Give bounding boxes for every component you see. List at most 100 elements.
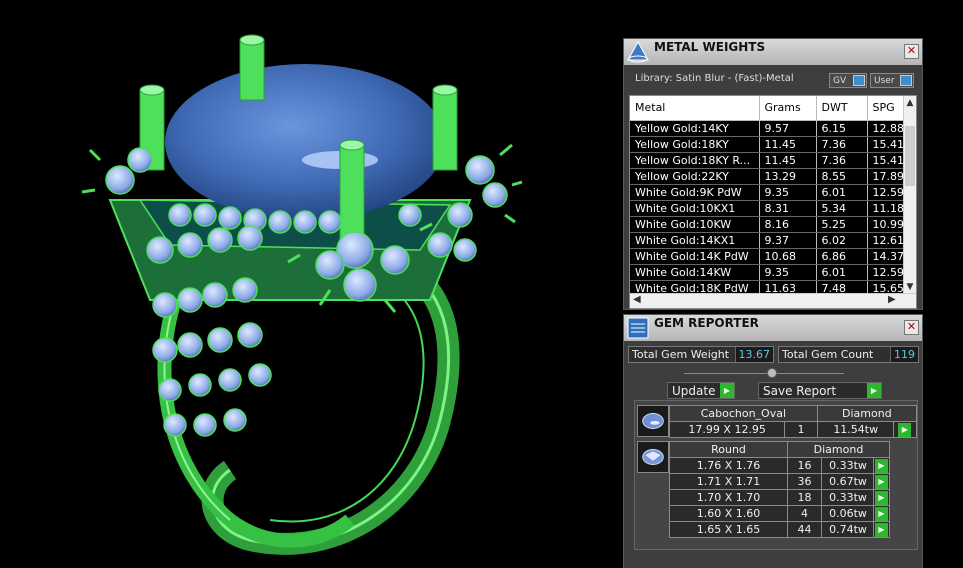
table-row[interactable]: White Gold:14KW 9.35 6.01 12.59	[630, 264, 908, 281]
grams-value: 9.37	[759, 232, 817, 249]
table-row[interactable]: Yellow Gold:18KY 11.45 7.36 15.41	[630, 136, 908, 153]
gem-weight: 0.74tw	[821, 521, 874, 538]
row-go-icon[interactable]: ▶	[875, 458, 888, 473]
table-row[interactable]: Yellow Gold:22KY 13.29 8.55 17.89	[630, 168, 908, 185]
cabochon-oval-thumbnail[interactable]	[637, 405, 669, 437]
horizontal-scrollbar[interactable]: ◀ ▶	[630, 293, 916, 308]
gem-size: 17.99 X 12.95	[668, 421, 786, 438]
table-row[interactable]: Yellow Gold:18KY R... 11.45 7.36 15.41	[630, 152, 908, 169]
table-row[interactable]: Yellow Gold:14KY 9.57 6.15 12.88	[630, 120, 908, 137]
gv-toggle[interactable]: GV	[829, 73, 867, 88]
grams-value: 10.68	[759, 248, 817, 265]
scroll-thumb[interactable]	[905, 126, 915, 186]
play-arrow-icon: ▶	[867, 383, 881, 398]
metal-name: White Gold:14K PdW	[630, 248, 760, 265]
dwt-value: 6.01	[816, 264, 868, 281]
scroll-right-icon[interactable]: ▶	[888, 294, 896, 305]
metal-weights-titlebar[interactable]: METAL WEIGHTS ✕	[624, 39, 922, 65]
table-row[interactable]: White Gold:9K PdW 9.35 6.01 12.59	[630, 184, 908, 201]
dwt-value: 6.02	[816, 232, 868, 249]
scroll-left-icon[interactable]: ◀	[633, 294, 641, 305]
column-header[interactable]: SPG	[867, 96, 908, 121]
total-gem-count: Total Gem Count 119	[778, 346, 919, 363]
cabochon-stone	[165, 64, 445, 220]
user-toggle[interactable]: User	[870, 73, 914, 88]
gem-weight: 0.67tw	[821, 473, 874, 490]
column-header[interactable]: Metal	[630, 96, 760, 121]
dwt-value: 7.36	[816, 136, 868, 153]
gem-size: 1.76 X 1.76	[669, 457, 788, 474]
library-label: Library: Satin Blur - (Fast)-Metal	[635, 73, 794, 84]
dwt-value: 6.01	[816, 184, 868, 201]
total-gem-count-value: 119	[890, 347, 918, 362]
gem-row[interactable]: 17.99 X 12.95 1 11.54tw ▶	[668, 421, 918, 438]
grams-value: 9.57	[759, 120, 817, 137]
total-gem-weight-value: 13.67	[734, 347, 773, 362]
metal-name: Yellow Gold:14KY	[630, 120, 760, 137]
play-arrow-icon: ▶	[720, 383, 734, 398]
gem-row[interactable]: 1.60 X 1.60 4 0.06tw ▶	[669, 505, 890, 522]
metal-name: White Gold:10KW	[630, 216, 760, 233]
report-icon	[627, 317, 649, 339]
total-gem-count-label: Total Gem Count	[782, 348, 874, 361]
gem-weight: 0.33tw	[821, 489, 874, 506]
scroll-down-icon[interactable]: ▼	[904, 280, 916, 294]
metal-weights-table[interactable]: Metal Grams DWT SPG Yellow Gold:14KY 9.57…	[629, 95, 917, 309]
grams-value: 13.29	[759, 168, 817, 185]
vertical-scrollbar[interactable]: ▲ ▼	[903, 96, 916, 294]
gem-count: 4	[787, 505, 822, 522]
panel-title: METAL WEIGHTS	[654, 40, 766, 54]
gem-count: 44	[787, 521, 822, 538]
metal-name: White Gold:10KX1	[630, 200, 760, 217]
splitter-handle[interactable]	[767, 368, 777, 378]
table-row[interactable]: White Gold:10KX1 8.31 5.34 11.18	[630, 200, 908, 217]
table-row[interactable]: White Gold:14KX1 9.37 6.02 12.61	[630, 232, 908, 249]
spg-value: 11.18	[867, 200, 908, 217]
panel-splitter[interactable]	[624, 366, 922, 380]
row-go-icon[interactable]: ▶	[875, 490, 888, 505]
gem-reporter-titlebar[interactable]: GEM REPORTER ✕	[624, 315, 922, 341]
grams-value: 8.16	[759, 216, 817, 233]
gem-shape: Round	[669, 441, 788, 458]
row-go-icon[interactable]: ▶	[875, 522, 888, 537]
metal-name: Yellow Gold:18KY	[630, 136, 760, 153]
3d-viewport[interactable]	[0, 0, 622, 568]
row-go-icon[interactable]: ▶	[898, 422, 912, 437]
gem-row[interactable]: 1.65 X 1.65 44 0.74tw ▶	[669, 521, 890, 538]
row-go-icon[interactable]: ▶	[875, 506, 888, 521]
gem-group-table: Round Diamond 1.76 X 1.76 16 0.33tw ▶ 1.71 X…	[669, 441, 890, 538]
metal-name: White Gold:9K PdW	[630, 184, 760, 201]
gem-count: 1	[784, 421, 818, 438]
spg-value: 12.88	[867, 120, 908, 137]
round-thumbnail[interactable]	[637, 441, 669, 473]
update-button[interactable]: Update ▶	[667, 382, 735, 399]
spg-value: 12.59	[867, 264, 908, 281]
save-report-button[interactable]: Save Report ▶	[758, 382, 882, 399]
total-gem-weight-label: Total Gem Weight	[632, 348, 730, 361]
gem-reporter-panel: GEM REPORTER ✕ Total Gem Weight 13.67 To…	[623, 314, 923, 568]
row-go-icon[interactable]: ▶	[875, 474, 888, 489]
metal-name: Yellow Gold:22KY	[630, 168, 760, 185]
table-header-row: Metal Grams DWT SPG	[630, 96, 908, 121]
dwt-value: 5.25	[816, 216, 868, 233]
grams-value: 9.35	[759, 184, 817, 201]
gem-row[interactable]: 1.71 X 1.71 36 0.67tw ▶	[669, 473, 890, 490]
dwt-value: 6.15	[816, 120, 868, 137]
dwt-value: 6.86	[816, 248, 868, 265]
grams-value: 11.45	[759, 152, 817, 169]
gem-row[interactable]: 1.70 X 1.70 18 0.33tw ▶	[669, 489, 890, 506]
gem-weight: 0.33tw	[821, 457, 874, 474]
gem-size: 1.65 X 1.65	[669, 521, 788, 538]
grams-value: 11.45	[759, 136, 817, 153]
column-header[interactable]: DWT	[816, 96, 868, 121]
scroll-up-icon[interactable]: ▲	[904, 96, 916, 110]
gem-row[interactable]: 1.76 X 1.76 16 0.33tw ▶	[669, 457, 890, 474]
close-button[interactable]: ✕	[904, 44, 919, 59]
metal-name: White Gold:14KW	[630, 264, 760, 281]
gv-toggle-label: GV	[833, 75, 847, 86]
table-row[interactable]: White Gold:10KW 8.16 5.25 10.99	[630, 216, 908, 233]
table-row[interactable]: White Gold:14K PdW 10.68 6.86 14.37	[630, 248, 908, 265]
spg-value: 17.89	[867, 168, 908, 185]
close-button[interactable]: ✕	[904, 320, 919, 335]
column-header[interactable]: Grams	[759, 96, 817, 121]
